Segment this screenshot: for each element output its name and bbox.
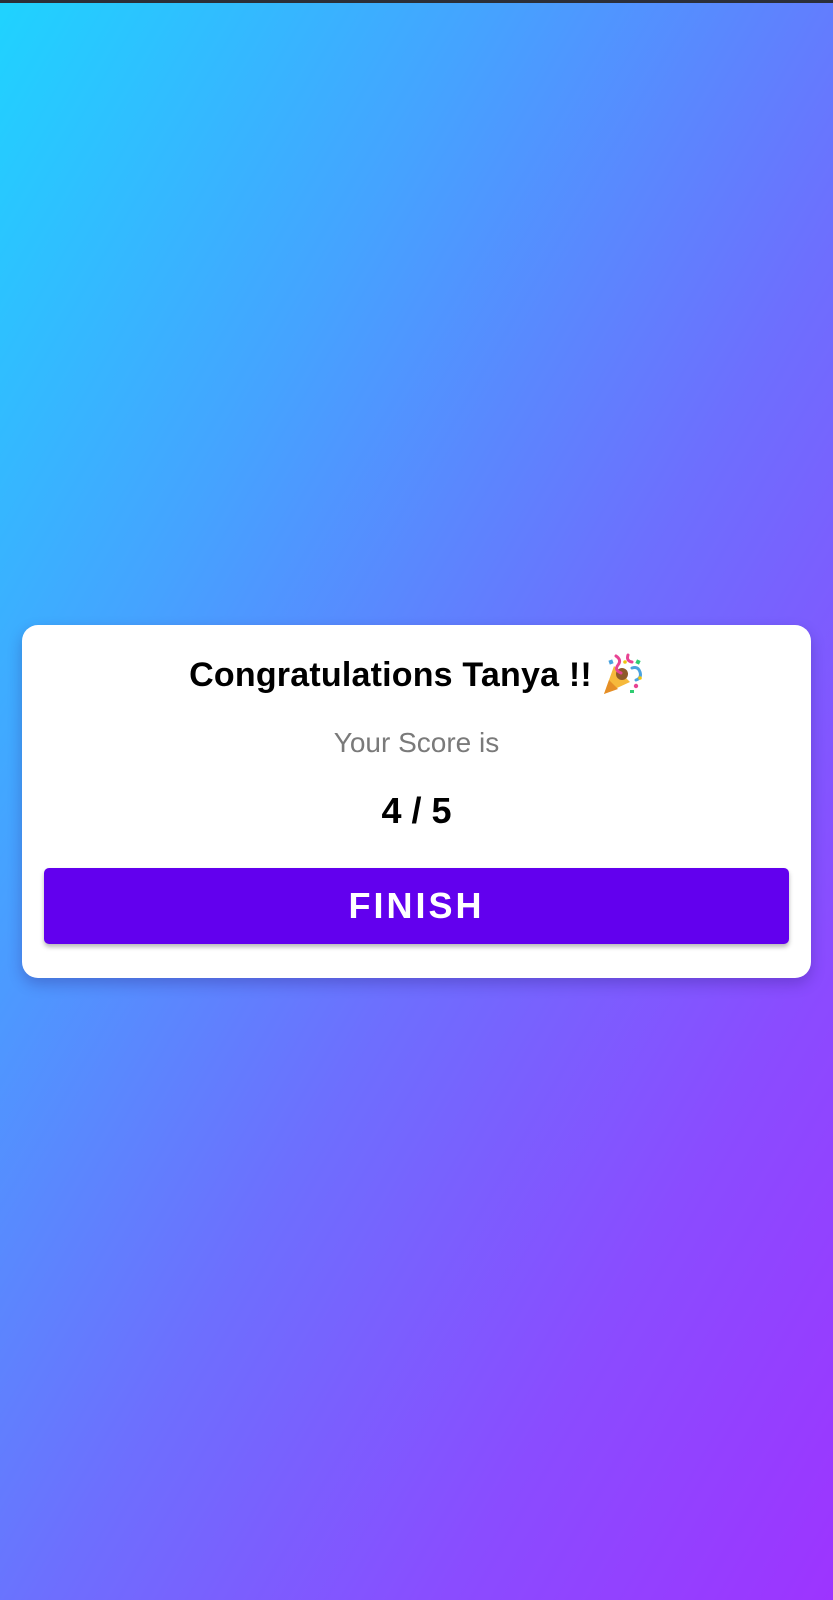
score-label: Your Score is xyxy=(333,727,500,758)
party-popper-icon xyxy=(600,652,644,696)
score-value: 4 / 5 xyxy=(381,790,452,831)
status-bar xyxy=(0,0,833,3)
congratulations-text: Congratulations Tanya !! xyxy=(189,656,592,694)
finish-button[interactable]: FINISH xyxy=(44,868,789,944)
result-card: Congratulations Tanya !! Your Score is 4… xyxy=(22,625,811,978)
result-title: Congratulations Tanya !! xyxy=(22,653,811,697)
